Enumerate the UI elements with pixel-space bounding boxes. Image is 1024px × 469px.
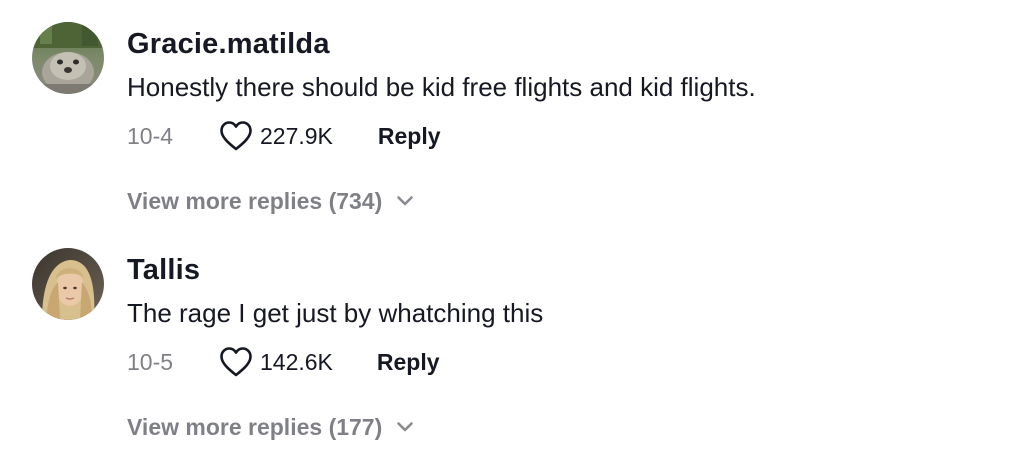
comment-username[interactable]: Gracie.matilda bbox=[127, 26, 330, 62]
view-more-replies-button[interactable]: View more replies (734) bbox=[127, 184, 414, 218]
avatar[interactable] bbox=[32, 248, 104, 320]
comment-text: The rage I get just by whatching this bbox=[127, 298, 544, 328]
chevron-down-icon bbox=[397, 422, 414, 432]
comment-date: 10-5 bbox=[127, 349, 174, 375]
person-avatar-image bbox=[32, 248, 104, 320]
like-button[interactable]: 142.6K bbox=[219, 344, 333, 380]
avatar[interactable] bbox=[32, 22, 104, 94]
comment-text: Honestly there should be kid free flight… bbox=[127, 72, 756, 102]
comment-meta: 10-5 142.6K Reply bbox=[127, 344, 440, 380]
like-count: 142.6K bbox=[260, 349, 333, 375]
heart-icon bbox=[220, 121, 252, 151]
like-button[interactable]: 227.9K bbox=[219, 118, 333, 154]
reply-button[interactable]: Reply bbox=[377, 344, 440, 380]
like-count: 227.9K bbox=[260, 123, 333, 149]
comment-list: Gracie.matilda Honestly there should be … bbox=[0, 0, 1024, 469]
chevron-down-icon bbox=[397, 196, 414, 206]
comment-item: Gracie.matilda Honestly there should be … bbox=[0, 0, 1024, 226]
comment-username[interactable]: Tallis bbox=[127, 252, 200, 288]
comment-item: Tallis The rage I get just by whatching … bbox=[0, 226, 1024, 452]
view-more-replies-label: View more replies (177) bbox=[127, 414, 383, 440]
reply-button[interactable]: Reply bbox=[378, 118, 441, 154]
view-more-replies-button[interactable]: View more replies (177) bbox=[127, 410, 414, 444]
comment-meta: 10-4 227.9K Reply bbox=[127, 118, 441, 154]
view-more-replies-label: View more replies (734) bbox=[127, 188, 383, 214]
heart-icon bbox=[220, 347, 252, 377]
otter-avatar-image bbox=[32, 22, 104, 94]
comment-date: 10-4 bbox=[127, 123, 174, 149]
